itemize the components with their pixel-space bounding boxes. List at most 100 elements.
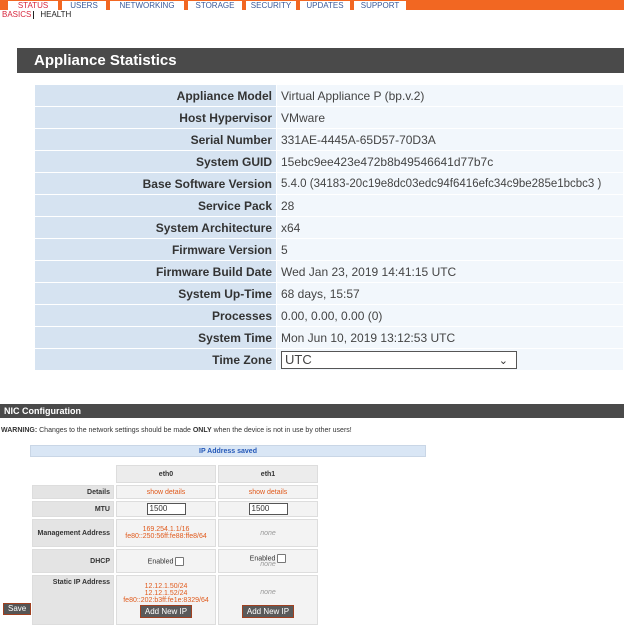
chevron-down-icon: ⌄ [498, 354, 508, 367]
table-row: System Time Mon Jun 10, 2019 13:12:53 UTC [34, 326, 624, 349]
static-ip-cell: 12.12.1.50/24 12.12.1.52/24 fe80::202:b3… [116, 575, 216, 625]
details-cell: show details [218, 485, 318, 499]
nic-table: eth0 eth1 Details show details show deta… [30, 463, 320, 627]
table-row: Host Hypervisor VMware [34, 106, 624, 129]
static-ip: none [260, 588, 276, 596]
table-row: Details show details show details [32, 485, 318, 499]
row-label: Processes [34, 304, 277, 327]
tab-storage[interactable]: STORAGE [184, 1, 242, 10]
details-cell: show details [116, 485, 216, 499]
save-button[interactable]: Save [3, 603, 32, 615]
tab-updates[interactable]: UPDATES [296, 1, 350, 10]
timezone-select[interactable]: UTC ⌄ [281, 350, 517, 369]
warning-prefix: WARNING: [1, 427, 38, 434]
static-ip: fe80::202:b3ff:fe1e:8329/64 [123, 596, 209, 604]
table-row: System GUID 15ebc9ee423e472b8b49546641d77… [34, 150, 624, 173]
row-label: Host Hypervisor [34, 106, 277, 129]
table-row: Static IP Address 12.12.1.50/24 12.12.1.… [32, 575, 318, 625]
row-label: Serial Number [34, 128, 277, 151]
show-details-link[interactable]: show details [147, 489, 186, 496]
row-value: x64 [276, 216, 624, 239]
warning-text: when the device is not in use by other u… [211, 427, 352, 434]
table-row: MTU 1500 1500 [32, 501, 318, 517]
row-label: MTU [32, 501, 114, 517]
table-row: Management Address 169.254.1.1/16 fe80::… [32, 519, 318, 547]
header-spacer [32, 465, 114, 483]
column-header-eth0: eth0 [116, 465, 216, 483]
tab-status[interactable]: STATUS [4, 1, 58, 10]
row-label: System Time [34, 326, 277, 349]
row-label: Management Address [32, 519, 114, 547]
dhcp-cell: Enabled none [218, 549, 318, 573]
nic-config-title: NIC Configuration [0, 404, 624, 418]
tab-support[interactable]: SUPPORT [350, 1, 406, 10]
table-row: eth0 eth1 [32, 465, 318, 483]
appliance-stats-table: Appliance Model Virtual Appliance P (bp.v… [34, 84, 624, 371]
row-label: Firmware Build Date [34, 260, 277, 283]
row-label: Firmware Version [34, 238, 277, 261]
appliance-stats-title: Appliance Statistics [17, 48, 624, 73]
table-row: Processes 0.00, 0.00, 0.00 (0) [34, 304, 624, 327]
table-row: Time Zone UTC ⌄ [34, 348, 624, 371]
row-value: Virtual Appliance P (bp.v.2) [276, 84, 624, 107]
mgmt-cell: none [218, 519, 318, 547]
table-row: DHCP Enabled Enabled none [32, 549, 318, 573]
mgmt-cell: 169.254.1.1/16 fe80::250:56ff:fe88:ffe8/… [116, 519, 216, 547]
row-value: 0.00, 0.00, 0.00 (0) [276, 304, 624, 327]
row-value: 5 [276, 238, 624, 261]
dhcp-value: none [260, 561, 276, 568]
column-header-eth1: eth1 [218, 465, 318, 483]
dhcp-checkbox[interactable] [277, 554, 287, 563]
table-row: System Architecture x64 [34, 216, 624, 239]
table-row: Firmware Build Date Wed Jan 23, 2019 14:4… [34, 260, 624, 283]
row-value: 15ebc9ee423e472b8b49546641d77b7c [276, 150, 624, 173]
row-label: System Architecture [34, 216, 277, 239]
warning-message: WARNING: Changes to the network settings… [1, 427, 352, 434]
row-value: 28 [276, 194, 624, 217]
static-ip: 12.12.1.50/24 [144, 582, 188, 590]
subtab-basics[interactable]: BASICS [0, 10, 33, 19]
tab-networking[interactable]: NETWORKING [106, 1, 184, 10]
row-label: Details [32, 485, 114, 499]
dhcp-label: Enabled [147, 557, 174, 565]
mgmt-address: none [260, 529, 276, 537]
mgmt-address: fe80::250:56ff:fe88:ffe8/64 [125, 533, 207, 540]
row-value: Mon Jun 10, 2019 13:12:53 UTC [276, 326, 624, 349]
row-label: Service Pack [34, 194, 277, 217]
row-value: 331AE-4445A-65D57-70D3A [276, 128, 624, 151]
static-ip-cell: none Add New IP [218, 575, 318, 625]
table-row: System Up-Time 68 days, 15:57 [34, 282, 624, 305]
row-value: 68 days, 15:57 [276, 282, 624, 305]
row-label: Appliance Model [34, 84, 277, 107]
static-ip: 12.12.1.52/24 [144, 589, 188, 597]
warning-emphasis: ONLY [192, 427, 212, 434]
tab-security[interactable]: SECURITY [242, 1, 296, 10]
sub-nav: BASICS HEALTH [0, 10, 73, 19]
table-row: Base Software Version 5.4.0 (34183-20c19e… [34, 172, 624, 195]
row-label: System Up-Time [34, 282, 277, 305]
table-row: Firmware Version 5 [34, 238, 624, 261]
subtab-health[interactable]: HEALTH [38, 10, 73, 19]
tab-users[interactable]: USERS [58, 1, 106, 10]
row-label: Base Software Version [34, 172, 277, 195]
status-message: IP Address saved [30, 445, 426, 457]
dhcp-cell: Enabled [116, 549, 216, 573]
table-row: Serial Number 331AE-4445A-65D57-70D3A [34, 128, 624, 151]
add-new-ip-button[interactable]: Add New IP [139, 604, 193, 618]
timezone-cell: UTC ⌄ [276, 348, 624, 371]
mgmt-address: 169.254.1.1/16 [142, 526, 190, 533]
dhcp-checkbox[interactable] [175, 556, 185, 566]
row-label: System GUID [34, 150, 277, 173]
top-nav: STATUS USERS NETWORKING STORAGE SECURITY… [0, 0, 624, 10]
row-value: Wed Jan 23, 2019 14:41:15 UTC [276, 260, 624, 283]
show-details-link[interactable]: show details [249, 489, 288, 496]
mtu-input[interactable]: 1500 [248, 503, 288, 515]
row-label: DHCP [32, 549, 114, 573]
mtu-cell: 1500 [218, 501, 318, 517]
row-value: 5.4.0 (34183-20c19e8dc03edc94f6416efc34c… [276, 172, 624, 195]
table-row: Service Pack 28 [34, 194, 624, 217]
mtu-input[interactable]: 1500 [146, 503, 186, 515]
warning-text: Changes to the network settings should b… [37, 427, 193, 434]
timezone-label: Time Zone [34, 348, 277, 371]
add-new-ip-button[interactable]: Add New IP [241, 604, 295, 618]
